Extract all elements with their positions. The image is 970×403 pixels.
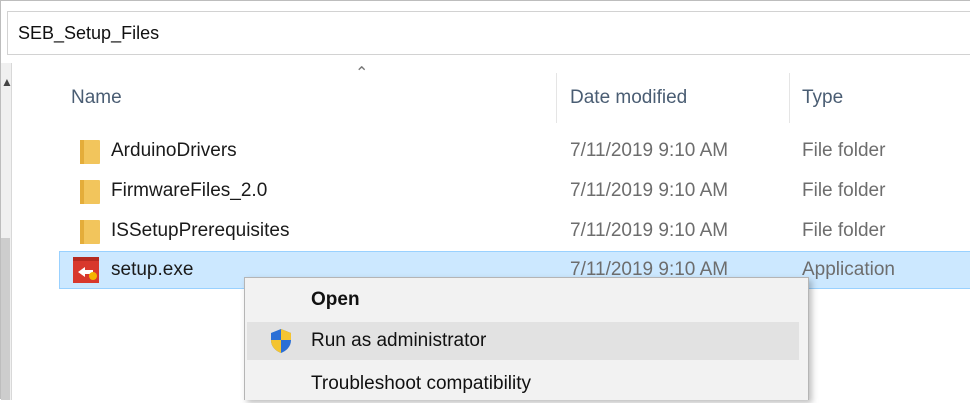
file-type: File folder xyxy=(802,140,886,161)
folder-icon xyxy=(80,140,100,164)
file-row[interactable]: FirmwareFiles_2.0 7/11/2019 9:10 AM File… xyxy=(59,172,970,210)
navigation-pane[interactable] xyxy=(1,63,12,400)
address-bar[interactable]: SEB_Setup_Files xyxy=(7,11,970,55)
context-menu: Open Run as administrator Troubleshoot c… xyxy=(244,277,809,400)
file-type: Application xyxy=(802,259,895,280)
menu-item-label: Open xyxy=(311,289,360,310)
file-name: FirmwareFiles_2.0 xyxy=(111,180,268,201)
sort-ascending-icon: ⌃ xyxy=(355,65,369,82)
column-divider[interactable] xyxy=(789,73,790,123)
shield-icon xyxy=(271,329,291,353)
file-row[interactable]: ISSetupPrerequisites 7/11/2019 9:10 AM F… xyxy=(59,212,970,250)
file-date: 7/11/2019 9:10 AM xyxy=(570,220,729,241)
menu-item-run-as-administrator[interactable]: Run as administrator xyxy=(247,322,799,360)
file-date: 7/11/2019 9:10 AM xyxy=(570,180,729,201)
folder-icon xyxy=(80,220,100,244)
file-name: setup.exe xyxy=(111,259,194,280)
file-name: ISSetupPrerequisites xyxy=(111,220,290,241)
column-header-date[interactable]: Date modified xyxy=(570,87,687,109)
menu-item-label: Troubleshoot compatibility xyxy=(311,373,532,394)
folder-icon xyxy=(80,180,100,204)
menu-item-troubleshoot-compatibility[interactable]: Troubleshoot compatibility xyxy=(247,365,799,403)
column-header-row: ⌃ Name Date modified Type xyxy=(59,63,970,123)
column-header-name[interactable]: Name xyxy=(71,87,122,109)
file-type: File folder xyxy=(802,180,886,201)
address-path: SEB_Setup_Files xyxy=(18,23,160,43)
file-explorer-window: SEB_Setup_Files ▲ ⌃ Name Date modified T… xyxy=(0,0,970,400)
file-type: File folder xyxy=(802,220,886,241)
column-divider[interactable] xyxy=(556,73,557,123)
file-date: 7/11/2019 9:10 AM xyxy=(570,140,729,161)
collapse-arrow-icon[interactable]: ▲ xyxy=(1,75,13,89)
column-header-type[interactable]: Type xyxy=(802,87,843,109)
file-row[interactable]: ArduinoDrivers 7/11/2019 9:10 AM File fo… xyxy=(59,132,970,170)
menu-item-label: Run as administrator xyxy=(311,330,487,351)
navigation-scrollbar-thumb[interactable] xyxy=(1,238,10,400)
file-name: ArduinoDrivers xyxy=(111,140,237,161)
exe-icon xyxy=(73,257,99,283)
menu-item-open[interactable]: Open xyxy=(247,281,799,319)
